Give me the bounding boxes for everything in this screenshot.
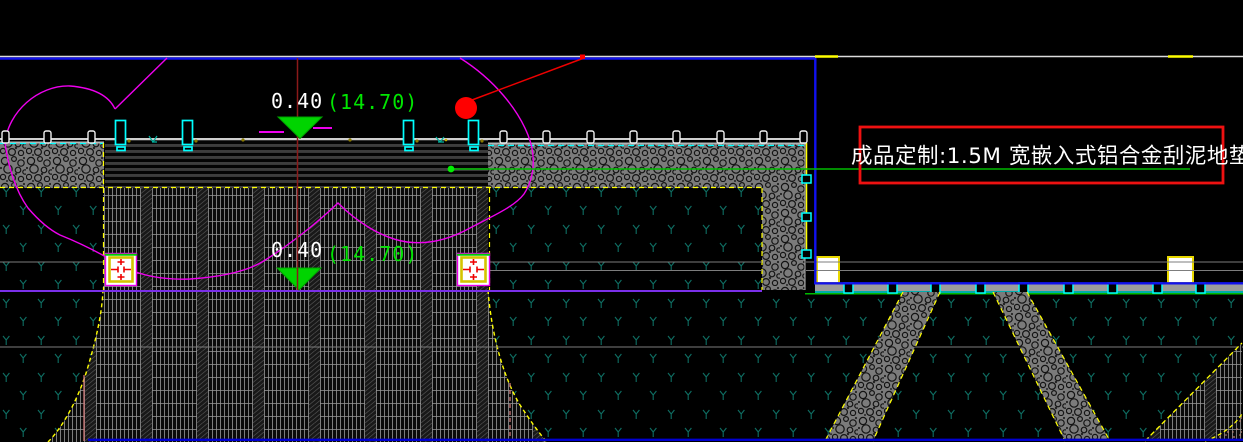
elevation-datum-upper: (14.70) xyxy=(327,90,418,114)
elevation-value-upper: 0.40 xyxy=(271,89,323,113)
elevation-datum-lower: (14.70) xyxy=(327,242,418,266)
annotation-label: 成品定制:1.5M 宽嵌入式铝合金刮泥地垫 xyxy=(851,144,1243,169)
red-detail-dot xyxy=(455,97,477,119)
elevation-value-lower: 0.40 xyxy=(271,238,323,262)
footing-marker-right xyxy=(457,254,490,286)
gravel-walk-left xyxy=(0,143,104,188)
footing-marker-left xyxy=(105,254,137,286)
section-drawing: 成品定制:1.5M 宽嵌入式铝合金刮泥地垫 0.40 (14.70) 0.40 … xyxy=(0,0,1243,442)
cad-canvas: 成品定制:1.5M 宽嵌入式铝合金刮泥地垫 0.40 (14.70) 0.40 … xyxy=(0,0,1243,442)
gravel-drop-column xyxy=(762,188,805,290)
